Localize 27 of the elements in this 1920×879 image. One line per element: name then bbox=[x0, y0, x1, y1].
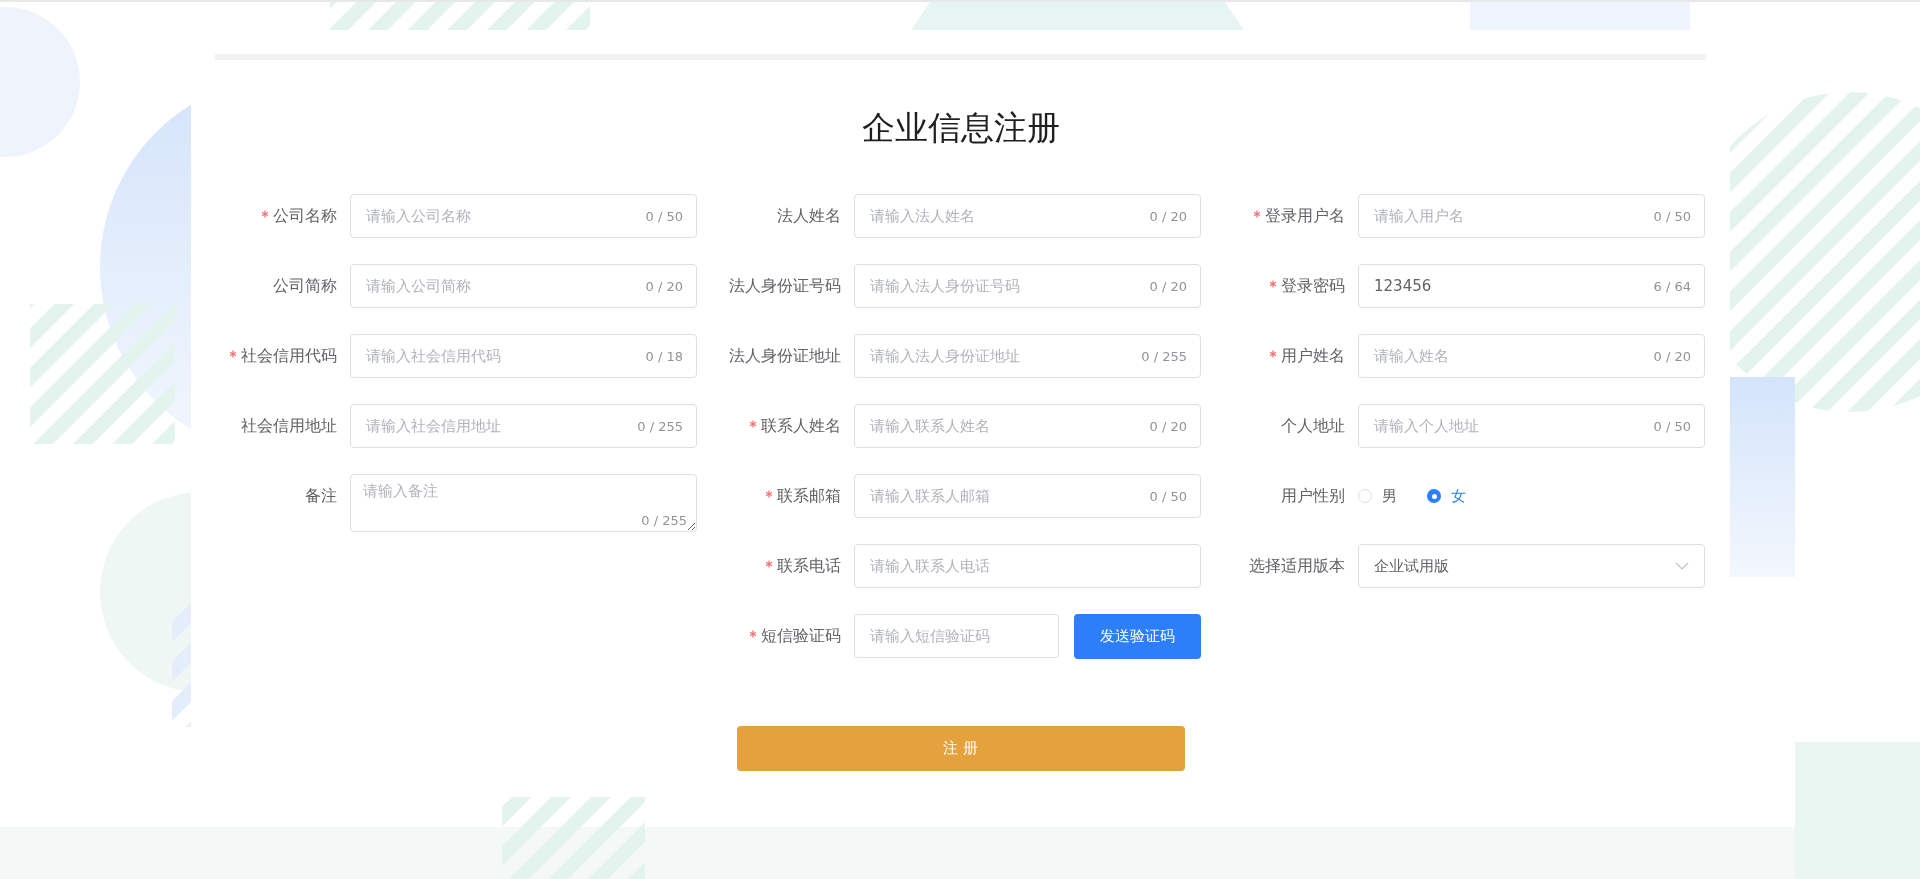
send-code-button[interactable]: 发送验证码 bbox=[1074, 614, 1201, 659]
field-label: 公司简称 bbox=[273, 275, 337, 297]
field-label: 选择适用版本 bbox=[1249, 555, 1345, 577]
field-label: 社会信用代码 bbox=[229, 345, 337, 367]
field-label: 联系人姓名 bbox=[749, 415, 841, 437]
input-field[interactable]: 请输入联系人电话 bbox=[854, 544, 1201, 588]
field-label: 联系邮箱 bbox=[765, 485, 841, 507]
field-label: 用户姓名 bbox=[1269, 345, 1345, 367]
field-label: 用户性别 bbox=[1281, 485, 1345, 507]
radio-label[interactable]: 女 bbox=[1451, 486, 1466, 506]
character-count: 0 / 255 bbox=[641, 513, 687, 528]
field-label: 个人地址 bbox=[1281, 415, 1345, 437]
field-label: 法人身份证号码 bbox=[729, 275, 841, 297]
field-label: 备注 bbox=[305, 485, 337, 507]
field-label: 联系电话 bbox=[765, 555, 841, 577]
field-label: 社会信用地址 bbox=[241, 415, 337, 437]
chevron-down-icon bbox=[1675, 562, 1689, 570]
field-label: 法人身份证地址 bbox=[729, 345, 841, 367]
select-field[interactable]: 企业试用版 bbox=[1358, 544, 1705, 588]
field-label: 法人姓名 bbox=[777, 205, 841, 227]
input-field[interactable]: 请输入短信验证码 bbox=[854, 614, 1059, 658]
radio-button[interactable] bbox=[1427, 489, 1441, 503]
radio-label[interactable]: 男 bbox=[1382, 486, 1397, 506]
field-label: 短信验证码 bbox=[749, 625, 841, 647]
page-title: 企业信息注册 bbox=[861, 107, 1060, 149]
field-label: 公司名称 bbox=[261, 205, 337, 227]
radio-button[interactable] bbox=[1358, 489, 1372, 503]
